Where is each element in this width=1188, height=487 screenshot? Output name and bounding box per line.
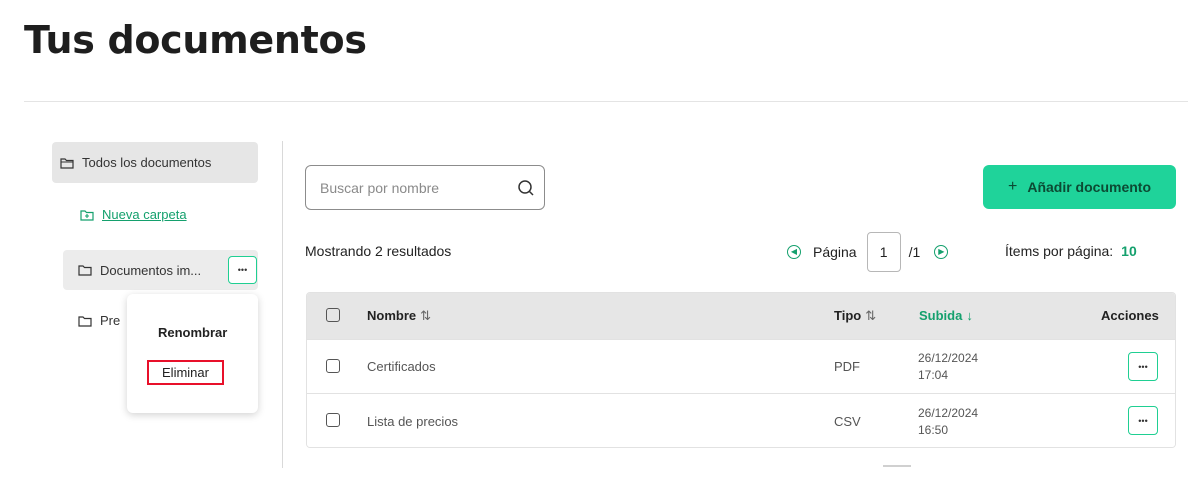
sort-icon: ⇅ — [420, 308, 432, 323]
row-actions-button[interactable]: ••• — [1128, 352, 1158, 381]
add-document-label: Añadir documento — [1027, 179, 1151, 195]
sidebar-divider — [282, 141, 283, 468]
column-header-uploaded[interactable]: Subida ↓ — [919, 308, 973, 323]
cell-date: 26/12/2024 17:04 — [918, 351, 979, 382]
search-icon — [518, 179, 534, 196]
add-document-button[interactable]: + Añadir documento — [983, 165, 1176, 209]
page-total: /1 — [908, 244, 921, 260]
sidebar-item-all-documents[interactable]: Todos los documentos — [52, 142, 258, 183]
select-all-checkbox[interactable] — [326, 308, 340, 322]
column-header-actions: Acciones — [1101, 308, 1159, 323]
pagination: ◀ Página 1 /1 ▶ — [787, 232, 949, 272]
items-per-page: Ítems por página: 10 — [1005, 243, 1137, 259]
sidebar-folder-pre[interactable]: Pre — [78, 313, 120, 328]
folder-plus-icon — [80, 209, 94, 221]
table-row: Lista de precios CSV 26/12/2024 16:50 ••• — [307, 393, 1175, 447]
items-per-page-select[interactable]: 10 — [1121, 243, 1137, 259]
folder-label: Documentos im... — [100, 262, 202, 278]
prev-page-icon[interactable]: ◀ — [787, 245, 801, 259]
search-placeholder: Buscar por nombre — [320, 179, 440, 196]
row-checkbox[interactable] — [326, 359, 340, 373]
folder-icon — [78, 315, 92, 327]
rename-menu-item[interactable]: Renombrar — [158, 325, 227, 340]
sort-icon: ⇅ — [865, 308, 877, 323]
folder-label: Pre — [100, 313, 121, 328]
cell-type: PDF — [834, 359, 860, 374]
cell-name[interactable]: Certificados — [367, 359, 436, 374]
scrollbar-hint[interactable] — [883, 465, 911, 467]
sidebar-item-label: Todos los documentos — [82, 155, 212, 170]
row-checkbox[interactable] — [326, 413, 340, 427]
row-actions-button[interactable]: ••• — [1128, 406, 1158, 435]
cell-type: CSV — [834, 414, 861, 429]
table-row: Certificados PDF 26/12/2024 17:04 ••• — [307, 339, 1175, 393]
folder-context-menu: Renombrar Eliminar — [127, 294, 258, 413]
documents-table: Nombre ⇅ Tipo ⇅ Subida ↓ Acciones Certifica… — [306, 292, 1176, 448]
delete-menu-item[interactable]: Eliminar — [147, 360, 224, 385]
folder-open-icon — [60, 157, 74, 169]
sort-desc-icon: ↓ — [966, 308, 973, 323]
column-header-name[interactable]: Nombre ⇅ — [367, 308, 431, 324]
new-folder-label: Nueva carpeta — [102, 207, 187, 222]
search-input[interactable]: Buscar por nombre — [305, 165, 545, 210]
column-header-type[interactable]: Tipo ⇅ — [834, 308, 876, 324]
table-header: Nombre ⇅ Tipo ⇅ Subida ↓ Acciones — [307, 293, 1175, 339]
next-page-icon[interactable]: ▶ — [934, 245, 949, 259]
page-title: Tus documentos — [24, 18, 367, 62]
cell-name[interactable]: Lista de precios — [367, 414, 458, 429]
plus-icon: + — [1007, 178, 1018, 195]
new-folder-link[interactable]: Nueva carpeta — [80, 207, 187, 222]
page-label: Página — [813, 244, 857, 260]
results-count: Mostrando 2 resultados — [305, 243, 452, 259]
header-divider — [24, 101, 1188, 102]
folder-icon — [78, 265, 92, 276]
items-per-page-label: Ítems por página: — [1005, 243, 1114, 259]
folder-more-button[interactable]: ••• — [228, 256, 257, 284]
page-input[interactable]: 1 — [866, 232, 901, 272]
cell-date: 26/12/2024 16:50 — [918, 406, 979, 437]
